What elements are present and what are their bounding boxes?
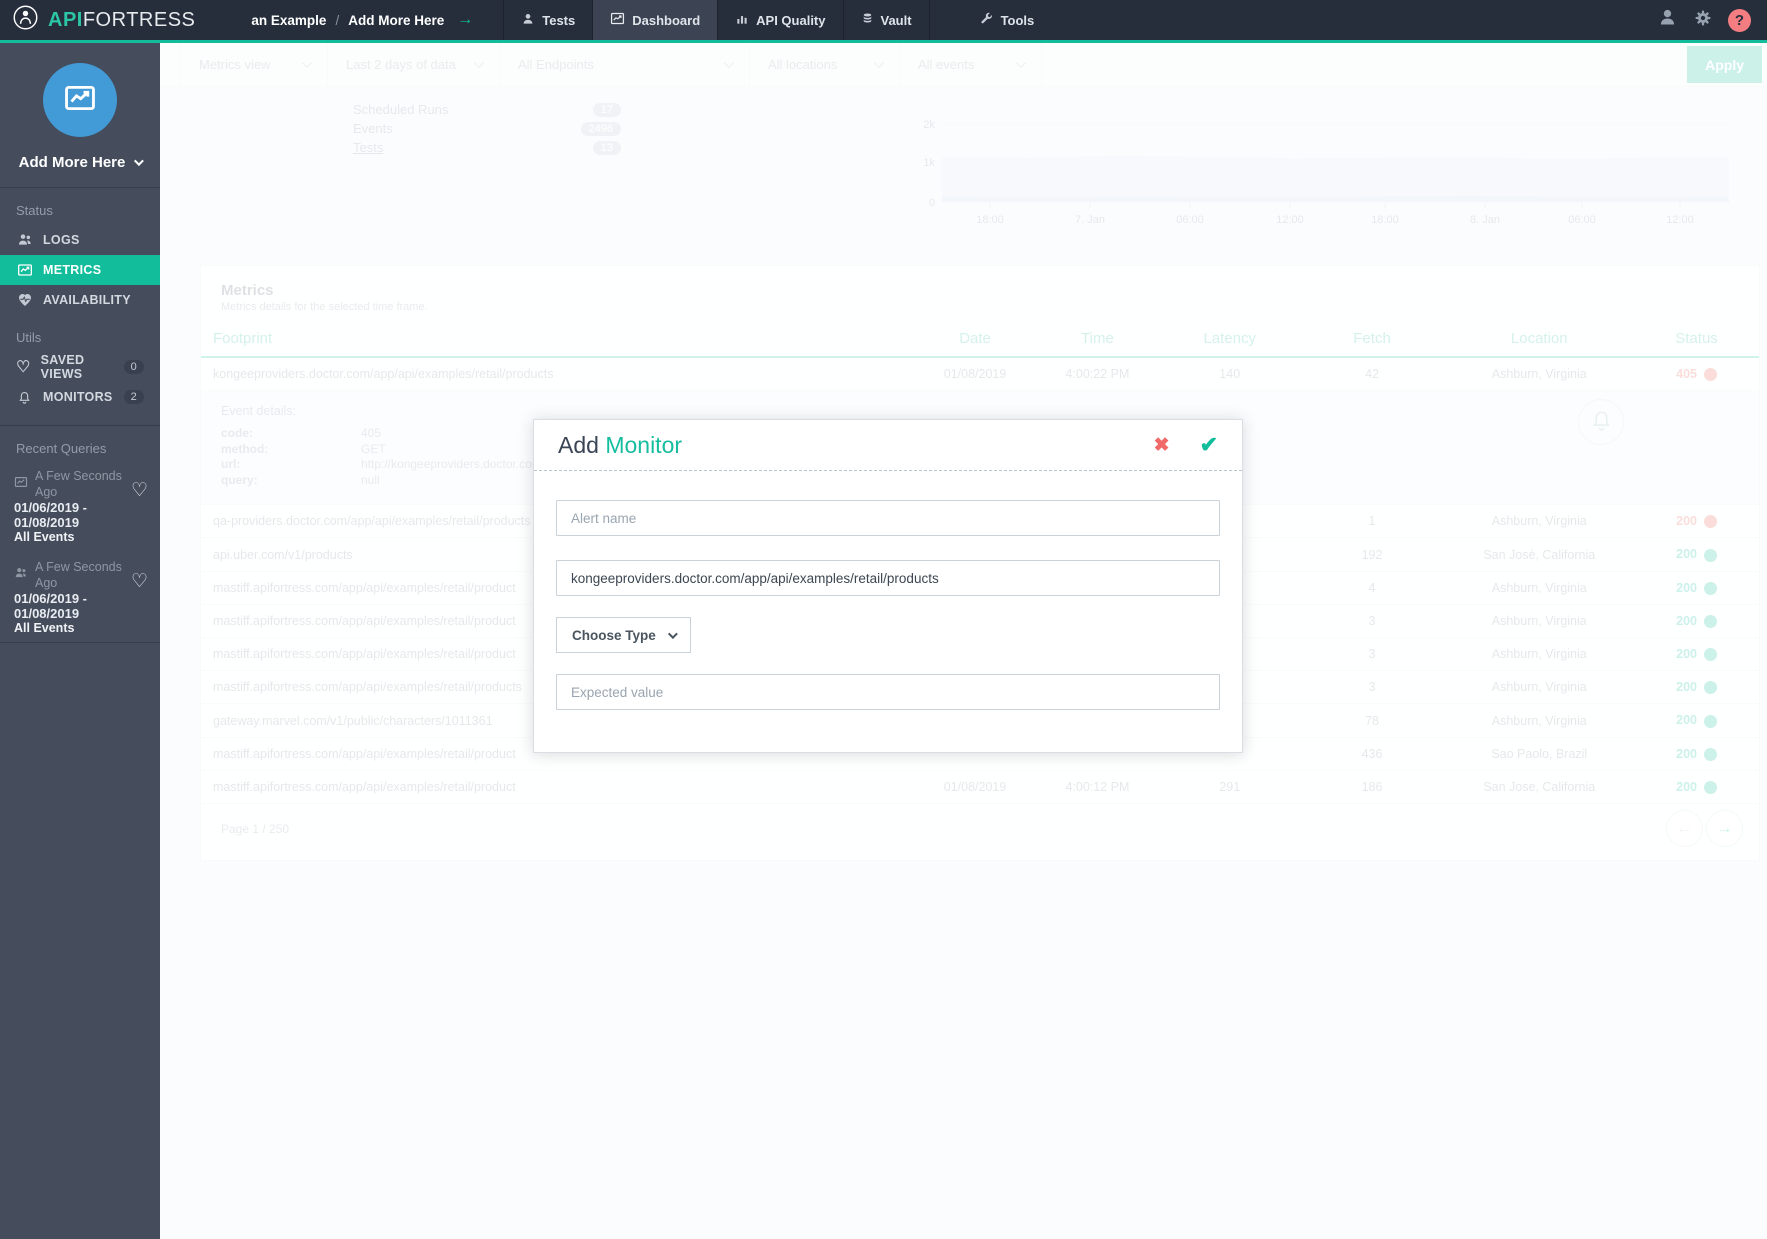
user-account-icon[interactable] xyxy=(1657,7,1678,33)
project-block: Add More Here xyxy=(0,43,160,188)
recent-queries-list: A Few Seconds Ago 01/06/2019 - 01/08/201… xyxy=(0,463,160,643)
tab-api-quality[interactable]: API Quality xyxy=(717,0,842,40)
line-chart-icon xyxy=(16,262,33,278)
close-icon[interactable]: ✖ xyxy=(1154,434,1170,457)
heart-outline-icon: ♡ xyxy=(16,357,31,377)
section-label-recent-queries: Recent Queries xyxy=(0,426,160,463)
add-monitor-modal: Add Monitor ✖ ✔ Choose Type xyxy=(533,419,1243,753)
modal-body: Choose Type xyxy=(534,471,1242,752)
line-chart-icon xyxy=(14,475,28,493)
section-label-utils: Utils xyxy=(0,315,160,352)
modal-header: Add Monitor ✖ ✔ xyxy=(534,420,1242,471)
apifortress-logo-icon xyxy=(12,4,39,36)
line-chart-icon xyxy=(610,11,625,29)
wrench-icon xyxy=(979,11,994,29)
breadcrumb-project[interactable]: an Example xyxy=(251,13,326,28)
heart-pulse-icon xyxy=(16,292,33,308)
saved-views-count-badge: 0 xyxy=(124,360,144,374)
help-icon[interactable]: ? xyxy=(1728,9,1751,32)
breadcrumb-arrow-icon[interactable]: → xyxy=(457,11,473,29)
top-navigation-bar: APIFORTRESS an Example / Add More Here →… xyxy=(0,0,1767,40)
sidebar-item-metrics[interactable]: METRICS xyxy=(0,255,160,285)
modal-title: Add Monitor xyxy=(558,432,682,459)
sidebar-item-monitors[interactable]: MONITORS 2 xyxy=(0,382,160,412)
bar-chart-icon xyxy=(735,12,749,29)
users-icon xyxy=(16,232,33,248)
tab-vault[interactable]: Vault xyxy=(843,0,930,40)
header-accent-line xyxy=(0,40,1767,43)
breadcrumb-separator: / xyxy=(335,13,339,28)
expected-value-input[interactable] xyxy=(556,674,1220,710)
chevron-down-icon xyxy=(134,156,144,166)
choose-type-dropdown[interactable]: Choose Type xyxy=(556,617,691,653)
tab-tests[interactable]: Tests xyxy=(503,0,592,40)
breadcrumb-current[interactable]: Add More Here xyxy=(348,13,444,28)
recent-query-item[interactable]: A Few Seconds Ago 01/06/2019 - 01/08/201… xyxy=(0,463,160,554)
confirm-check-icon[interactable]: ✔ xyxy=(1200,432,1218,458)
monitor-url-input[interactable] xyxy=(556,560,1220,596)
topbar-actions: ? xyxy=(1657,0,1767,40)
breadcrumb: an Example / Add More Here → xyxy=(251,0,473,40)
tab-dashboard[interactable]: Dashboard xyxy=(592,0,717,40)
users-icon xyxy=(14,566,28,584)
project-selector[interactable]: Add More Here xyxy=(0,154,160,171)
sidebar: Add More Here Status LOGS METRICS AVAILA… xyxy=(0,43,160,1239)
sidebar-item-saved-views[interactable]: ♡ SAVED VIEWS 0 xyxy=(0,352,160,382)
sidebar-item-availability[interactable]: AVAILABILITY xyxy=(0,285,160,315)
section-label-status: Status xyxy=(0,188,160,225)
user-icon xyxy=(521,12,535,29)
main-tabs: Tests Dashboard API Quality Vault Tools xyxy=(503,0,1051,40)
chevron-down-icon xyxy=(668,629,678,639)
tab-tools[interactable]: Tools xyxy=(962,0,1052,40)
sidebar-item-logs[interactable]: LOGS xyxy=(0,225,160,255)
favorite-heart-icon[interactable]: ♡ xyxy=(131,570,148,593)
brand-logo[interactable]: APIFORTRESS xyxy=(0,0,209,40)
alert-name-input[interactable] xyxy=(556,500,1220,536)
recent-query-item[interactable]: A Few Seconds Ago 01/06/2019 - 01/08/201… xyxy=(0,554,160,643)
project-avatar[interactable] xyxy=(43,63,117,137)
database-icon xyxy=(861,12,874,28)
bell-icon xyxy=(16,390,33,405)
favorite-heart-icon[interactable]: ♡ xyxy=(131,479,148,502)
monitors-count-badge: 2 xyxy=(124,390,144,404)
gear-icon[interactable] xyxy=(1693,8,1713,33)
brand-name: APIFORTRESS xyxy=(48,9,195,32)
metrics-chart-icon xyxy=(63,81,97,120)
